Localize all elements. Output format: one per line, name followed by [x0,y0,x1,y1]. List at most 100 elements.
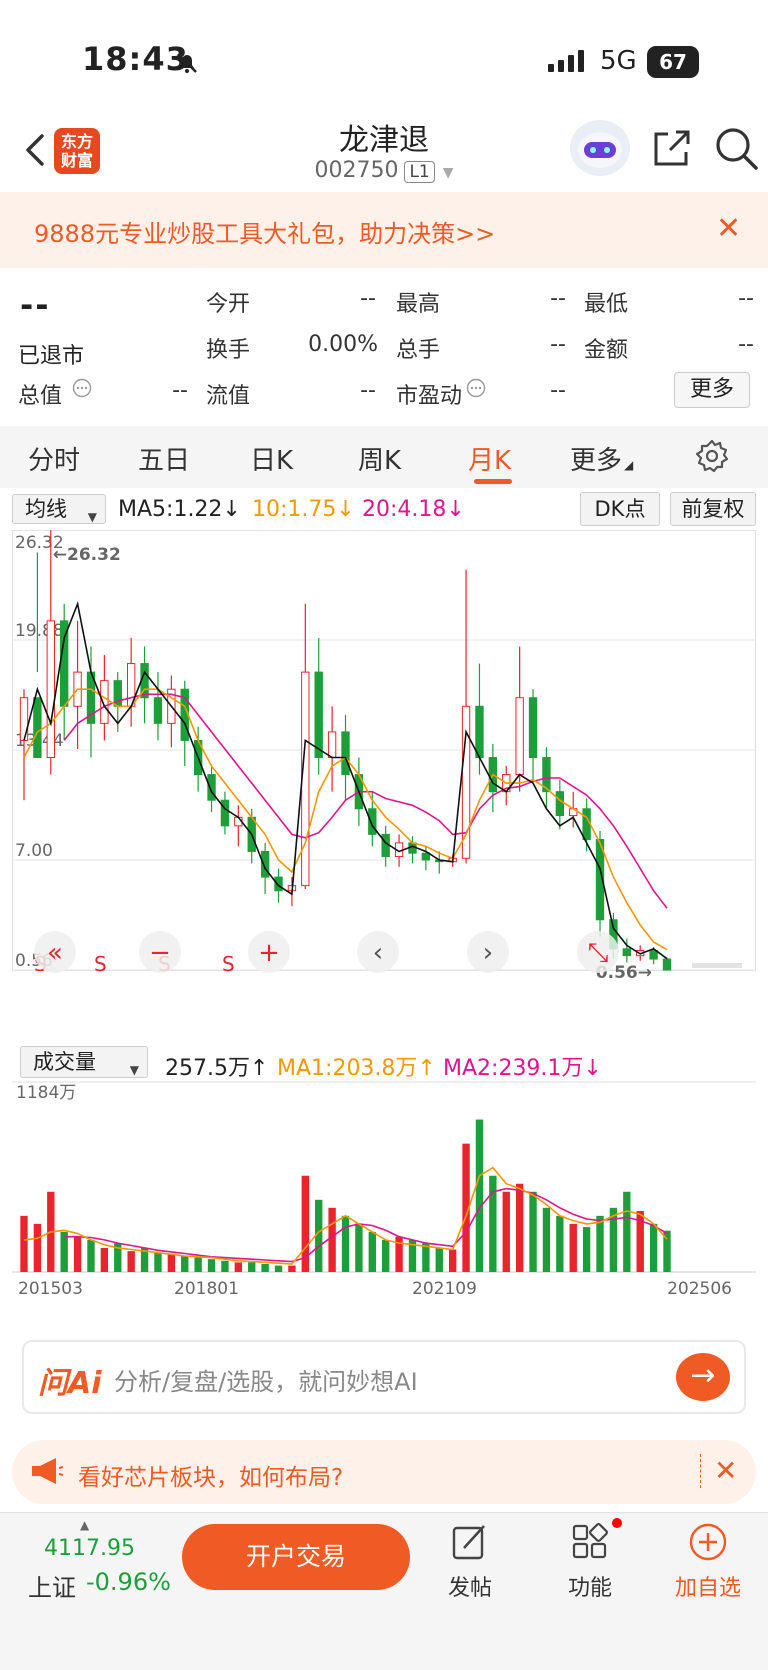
add-watchlist-label[interactable]: 加自选 [668,1570,748,1602]
index-name[interactable]: 上证 [28,1568,76,1603]
volume-bar [569,1223,577,1272]
index-change[interactable]: -0.96% [86,1568,171,1596]
more-button[interactable]: 更多 [674,372,750,408]
candle-up [19,697,29,741]
close-icon[interactable]: ✕ [714,1454,737,1487]
ai-search-placeholder[interactable]: 分析/复盘/选股，就问妙想AI [114,1362,418,1397]
candle-down [220,799,230,827]
indicator-select-label: 均线 [25,497,67,521]
volume-bar [382,1239,390,1272]
volume-bar [649,1223,658,1272]
quote-value: -- [550,378,566,403]
candle-down [60,620,69,707]
search-icon[interactable] [712,124,760,172]
caret-up-icon: ▲ [80,1518,90,1532]
quote-value: -- [172,378,188,403]
ma5-label: MA5:1.22 [118,497,223,522]
ai-logo: 问Ai [38,1366,102,1401]
gear-icon[interactable] [694,438,730,474]
high-annotation: ←26.32 [53,545,121,565]
tab-five-day[interactable]: 五日 [138,440,190,477]
volume-bar [328,1207,336,1272]
index-value[interactable]: 4117.95 [44,1536,135,1561]
volume-bar [167,1254,176,1272]
volume-bar [422,1243,430,1272]
volume-bar [207,1259,216,1272]
zoom-out-icon[interactable]: − [139,931,181,973]
scroll-left-icon[interactable]: ‹ [357,931,399,973]
volume-bar [20,1215,28,1272]
volume-bar [154,1252,162,1272]
volume-bar [261,1263,269,1272]
indicator-select[interactable]: 均线 ▼ [12,494,106,524]
quote-value: 0.00% [308,332,378,357]
quote-value: -- [360,286,376,311]
zoom-in-icon[interactable]: + [248,931,290,973]
arrow-down-icon: ↓ [446,497,465,522]
quote-label: 总手 [396,338,441,363]
button-glyph: + [258,938,280,968]
close-icon[interactable]: ✕ [716,214,741,244]
arrow-up-icon: ↑ [249,1056,269,1081]
volume-bar [288,1265,296,1272]
post-label[interactable]: 发帖 [430,1570,510,1602]
level-badge: L1 [404,161,435,183]
add-circle-icon[interactable] [688,1522,728,1562]
tab-daily-k[interactable]: 日K [250,440,293,477]
volume-chart[interactable]: 1184万 201503 201801 202109 202506 [12,1080,756,1298]
notice-text[interactable]: 看好芯片板块，如何布局? [78,1458,343,1492]
ma20-line [63,693,668,909]
scroll-indicator [692,963,742,968]
info-icon[interactable] [72,378,92,398]
candle-down [153,697,163,724]
volume-bar [33,1223,42,1272]
candle-up [515,697,524,776]
candle-up [100,680,109,724]
volume-bar [582,1227,591,1272]
caret-icon: ◢ [624,458,634,472]
candle-up [46,620,55,759]
arrow-down-icon: ↓ [222,497,241,522]
info-icon[interactable] [466,378,486,398]
x-tick-label: 201801 [174,1279,239,1298]
volume-value: 257.5万↑ [165,1050,268,1082]
candle-down [368,808,377,835]
fast-back-icon[interactable]: « [34,931,76,973]
volume-bar [556,1215,564,1272]
dk-point-button[interactable]: DK点 [580,492,660,526]
vol-ma2-value: MA2:239.1万↓ [443,1050,602,1082]
tab-minute[interactable]: 分时 [28,440,80,477]
quote-value: -- [738,332,754,357]
quote-label: 最高 [396,292,441,317]
quote-value: -- [360,378,376,403]
candlestick-chart[interactable]: 26.3219.8813.447.000.56←26.320.56→SSSS«−… [12,530,756,1042]
arrow-right-icon[interactable]: → [676,1353,730,1401]
volume-bar [515,1183,524,1272]
tab-monthly-k[interactable]: 月K [468,440,511,477]
volume-bar [234,1262,243,1272]
scroll-right-icon[interactable]: › [467,931,509,973]
functions-label[interactable]: 功能 [550,1570,630,1602]
tab-more[interactable]: 更多 ◢ [570,440,633,477]
ma20-value: 20:4.18↓ [362,497,465,522]
volume-bar [489,1175,497,1272]
tab-weekly-k[interactable]: 周K [358,440,401,477]
edit-post-icon[interactable] [450,1522,490,1562]
volume-indicator-select[interactable]: 成交量 ▼ [20,1046,148,1078]
fullscreen-icon[interactable]: ⤡ [577,931,619,973]
price-adjust-button[interactable]: 前复权 [670,492,756,526]
volume-bar [435,1247,443,1272]
candle-down [528,697,538,759]
robot-assistant-icon[interactable] [570,120,630,176]
open-account-trade-button[interactable]: 开户交易 [182,1524,410,1590]
y-tick-label: 7.00 [15,841,53,861]
status-time: 18:43 [82,40,189,78]
delisted-status: 已退市 [18,344,85,369]
tab-more-label: 更多 [570,446,623,476]
grid-functions-icon[interactable] [570,1522,610,1562]
promo-text[interactable]: 9888元专业炒股工具大礼包，助力决策>> [34,214,495,249]
caret-down-icon: ▼ [87,510,97,524]
candle-down [260,850,270,878]
x-tick-label: 201503 [18,1279,83,1298]
share-icon[interactable] [648,124,696,172]
